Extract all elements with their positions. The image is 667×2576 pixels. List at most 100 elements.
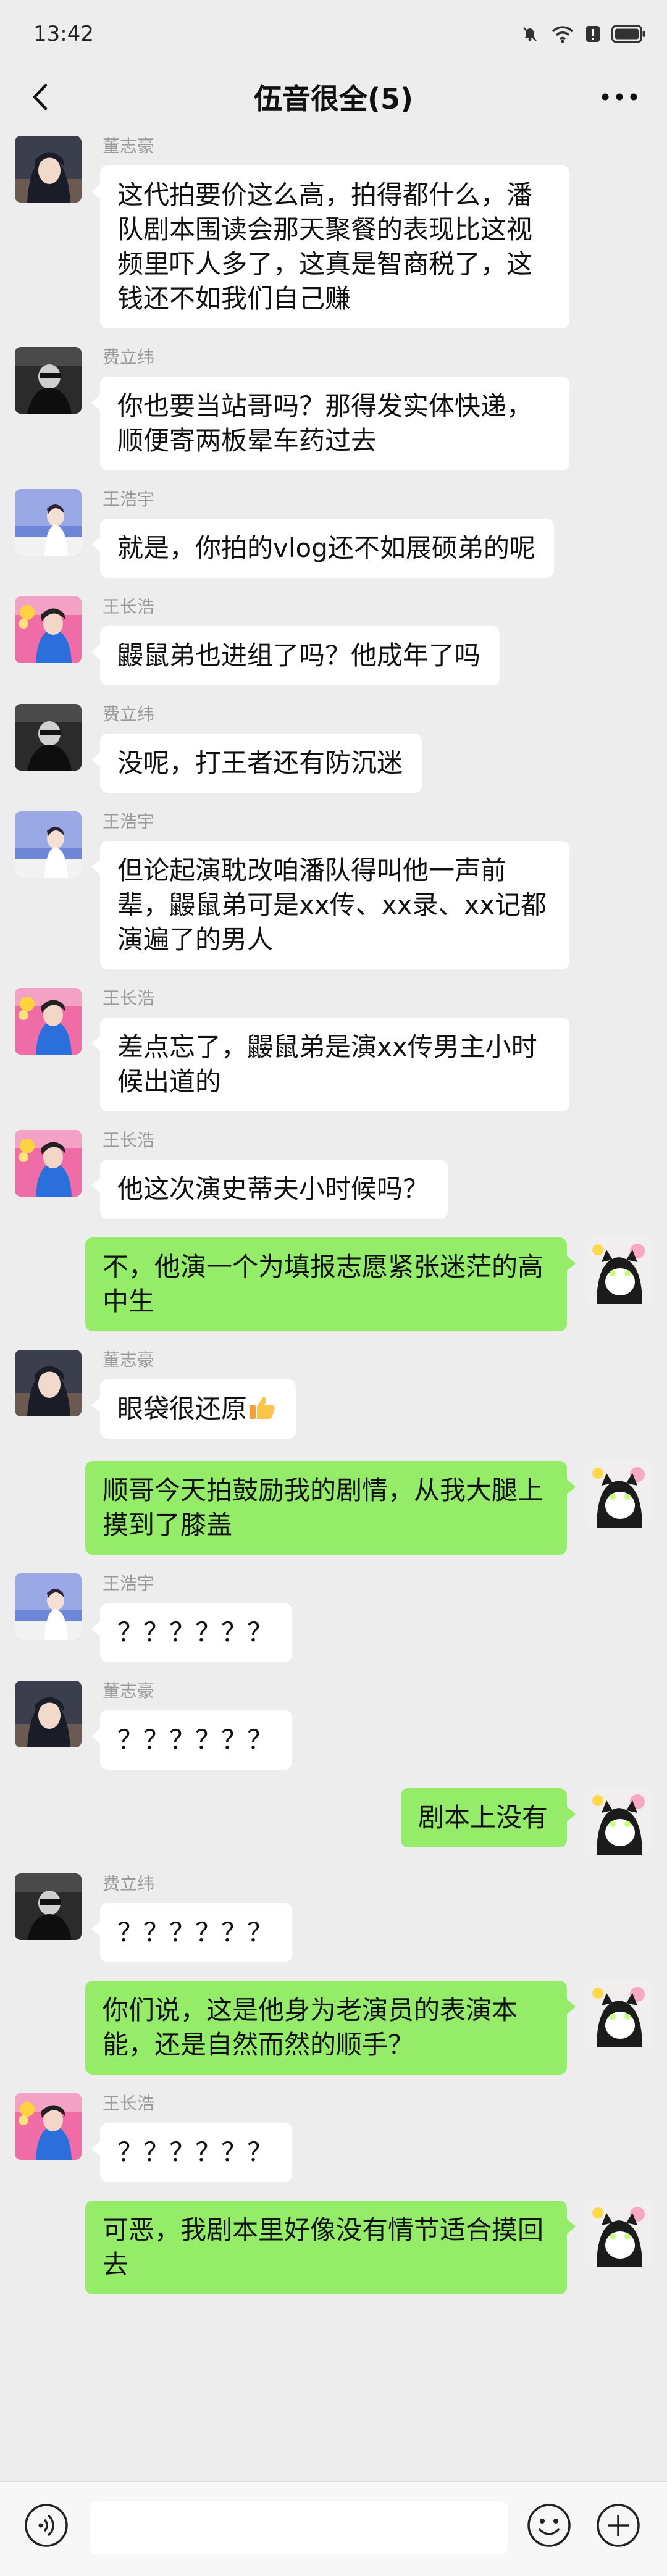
message-text: 不，他演一个为填报志愿紧张迷茫的高中生 xyxy=(103,1252,544,1316)
emoji-button[interactable] xyxy=(526,2503,572,2548)
avatar-wanghaoyu[interactable] xyxy=(15,811,82,878)
message-row: 王长浩 ？？？？？？ xyxy=(0,2093,667,2182)
avatar-dongzhihao[interactable] xyxy=(15,136,82,203)
message-text: 就是，你拍的vlog还不如展硕弟的呢 xyxy=(117,533,535,563)
message-text: 但论起演耽改咱潘队得叫他一声前辈，鼹鼠弟可是xx传、xx录、xx记都演遍了的男人 xyxy=(117,855,547,955)
message-text: 这代拍要价这么高，拍得都什么，潘队剧本围读会那天聚餐的表现比这视频里吓人多了，这… xyxy=(117,180,533,314)
message-text: 眼袋很还原 xyxy=(117,1394,248,1424)
avatar-me[interactable] xyxy=(585,1788,652,1855)
sender-name: 费立纬 xyxy=(103,347,155,367)
outgoing-message-bubble[interactable]: 剧本上没有 xyxy=(401,1788,576,1847)
message-input[interactable] xyxy=(90,2501,508,2554)
sender-name: 费立纬 xyxy=(103,1873,155,1894)
incoming-message-bubble[interactable]: ？？？？？？ xyxy=(91,1710,292,1770)
incoming-message-bubble[interactable]: 你也要当站哥吗？那得发实体快递，顺便寄两板晕车药过去 xyxy=(91,377,569,470)
message-row: 顺哥今天拍鼓励我的剧情，从我大腿上摸到了膝盖 xyxy=(0,1461,667,1555)
message-row: 可恶，我剧本里好像没有情节适合摸回去 xyxy=(0,2201,667,2294)
status-icons xyxy=(520,24,646,44)
incoming-message-bubble[interactable]: 眼袋很还原 xyxy=(91,1379,296,1439)
outgoing-message-bubble[interactable]: 不，他演一个为填报志愿紧张迷茫的高中生 xyxy=(85,1237,576,1331)
incoming-message-bubble[interactable]: ？？？？？？ xyxy=(91,2123,292,2182)
avatar-me[interactable] xyxy=(585,1981,652,2047)
avatar-dongzhihao[interactable] xyxy=(15,1681,82,1747)
avatar-dongzhihao[interactable] xyxy=(15,1350,82,1416)
avatar-wangchanghao[interactable] xyxy=(15,1130,82,1197)
avatar-wangchanghao[interactable] xyxy=(15,2093,82,2160)
message-text: ？？？？？？ xyxy=(117,1917,274,1947)
message-row: 董志豪 ？？？？？？ xyxy=(0,1681,667,1770)
voice-icon xyxy=(25,2504,68,2547)
chevron-left-icon xyxy=(33,83,48,111)
avatar-wanghaoyu[interactable] xyxy=(15,1573,82,1640)
message-text: 差点忘了，鼹鼠弟是演xx传男主小时候出道的 xyxy=(117,1032,537,1097)
back-button[interactable] xyxy=(26,82,57,112)
wifi-icon xyxy=(552,26,574,43)
sender-name: 王长浩 xyxy=(103,988,155,1008)
message-text: 可恶，我剧本里好像没有情节适合摸回去 xyxy=(103,2215,544,2280)
incoming-message-bubble[interactable]: 这代拍要价这么高，拍得都什么，潘队剧本围读会那天聚餐的表现比这视频里吓人多了，这… xyxy=(91,165,569,328)
message-row: 费立纬没呢，打王者还有防沉迷 xyxy=(0,704,667,793)
incoming-message-bubble[interactable]: 鼹鼠弟也进组了吗？他成年了吗 xyxy=(91,626,500,685)
message-row: 王长浩他这次演史蒂夫小时候吗？ xyxy=(0,1130,667,1219)
avatar-wanghaoyu[interactable] xyxy=(15,489,82,556)
outgoing-message-bubble[interactable]: 你们说，这是他身为老演员的表演本能，还是自然而然的顺手？ xyxy=(85,1981,576,2075)
message-row: 费立纬 ？？？？？？ xyxy=(0,1873,667,1962)
avatar-me[interactable] xyxy=(585,1237,652,1304)
incoming-message-bubble[interactable]: 没呢，打王者还有防沉迷 xyxy=(91,734,422,793)
mute-bell-icon xyxy=(523,27,537,41)
avatar-feiliwei[interactable] xyxy=(15,1873,82,1940)
sender-name: 王长浩 xyxy=(103,596,155,617)
message-text: 剧本上没有 xyxy=(418,1802,548,1833)
sender-name: 王浩宇 xyxy=(103,489,155,509)
sender-name: 董志豪 xyxy=(103,1681,155,1701)
avatar-me[interactable] xyxy=(585,2201,652,2267)
more-dots-icon xyxy=(602,93,637,101)
incoming-message-bubble[interactable]: 差点忘了，鼹鼠弟是演xx传男主小时候出道的 xyxy=(91,1018,569,1111)
avatar-feiliwei[interactable] xyxy=(15,347,82,414)
message-text: 鼹鼠弟也进组了吗？他成年了吗 xyxy=(117,640,481,671)
message-text: 没呢，打王者还有防沉迷 xyxy=(117,748,403,778)
outgoing-message-bubble[interactable]: 可恶，我剧本里好像没有情节适合摸回去 xyxy=(85,2201,576,2294)
more-functions-button[interactable] xyxy=(595,2503,641,2548)
voice-button[interactable] xyxy=(23,2503,69,2548)
avatar-wangchanghao[interactable] xyxy=(15,988,82,1055)
sender-name: 王浩宇 xyxy=(103,1573,155,1594)
message-row: 王浩宇就是，你拍的vlog还不如展硕弟的呢 xyxy=(0,489,667,578)
message-row: 王长浩差点忘了，鼹鼠弟是演xx传男主小时候出道的 xyxy=(0,988,667,1111)
message-row: 王浩宇但论起演耽改咱潘队得叫他一声前辈，鼹鼠弟可是xx传、xx录、xx记都演遍了… xyxy=(0,811,667,969)
incoming-message-bubble[interactable]: ？？？？？？ xyxy=(91,1903,292,1962)
message-text: ？？？？？？ xyxy=(117,1617,274,1647)
sender-name: 费立纬 xyxy=(103,704,155,724)
sender-name: 董志豪 xyxy=(103,136,155,156)
message-text: ？？？？？？ xyxy=(117,1725,274,1755)
message-row: 你们说，这是他身为老演员的表演本能，还是自然而然的顺手？ xyxy=(0,1981,667,2075)
message-row: 董志豪这代拍要价这么高，拍得都什么，潘队剧本围读会那天聚餐的表现比这视频里吓人多… xyxy=(0,136,667,328)
sender-name: 董志豪 xyxy=(103,1350,155,1370)
message-text: 你也要当站哥吗？那得发实体快递，顺便寄两板晕车药过去 xyxy=(117,391,533,456)
sender-name: 王长浩 xyxy=(103,1130,155,1150)
chat-title: 伍音很全(5) xyxy=(253,82,414,115)
more-button[interactable] xyxy=(598,82,641,112)
sender-name: 王浩宇 xyxy=(103,811,155,832)
avatar-feiliwei[interactable] xyxy=(15,704,82,771)
message-text: 他这次演史蒂夫小时候吗？ xyxy=(117,1174,429,1204)
avatar-me[interactable] xyxy=(585,1461,652,1528)
incoming-message-bubble[interactable]: ？？？？？？ xyxy=(91,1603,292,1662)
message-text: ？？？？？？ xyxy=(117,2137,274,2167)
incoming-message-bubble[interactable]: 但论起演耽改咱潘队得叫他一声前辈，鼹鼠弟可是xx传、xx录、xx记都演遍了的男人 xyxy=(91,841,569,969)
input-bar xyxy=(0,2481,667,2576)
thumbs-up-emoji xyxy=(250,1397,275,1419)
message-text: 顺哥今天拍鼓励我的剧情，从我大腿上摸到了膝盖 xyxy=(103,1475,544,1540)
avatar-wangchanghao[interactable] xyxy=(15,596,82,663)
message-text: 你们说，这是他身为老演员的表演本能，还是自然而然的顺手？ xyxy=(103,1995,518,2060)
incoming-message-bubble[interactable]: 他这次演史蒂夫小时候吗？ xyxy=(91,1160,448,1219)
outgoing-message-bubble[interactable]: 顺哥今天拍鼓励我的剧情，从我大腿上摸到了膝盖 xyxy=(85,1461,576,1555)
emoji-icon xyxy=(527,2504,571,2547)
incoming-message-bubble[interactable]: 就是，你拍的vlog还不如展硕弟的呢 xyxy=(91,519,554,578)
message-row: 董志豪眼袋很还原 xyxy=(0,1350,667,1442)
chat-header: 伍音很全(5) xyxy=(0,68,667,126)
message-row: 不，他演一个为填报志愿紧张迷茫的高中生 xyxy=(0,1237,667,1331)
message-row: 费立纬你也要当站哥吗？那得发实体快递，顺便寄两板晕车药过去 xyxy=(0,347,667,470)
message-row: 王长浩鼹鼠弟也进组了吗？他成年了吗 xyxy=(0,596,667,685)
sender-name: 王长浩 xyxy=(103,2093,155,2114)
